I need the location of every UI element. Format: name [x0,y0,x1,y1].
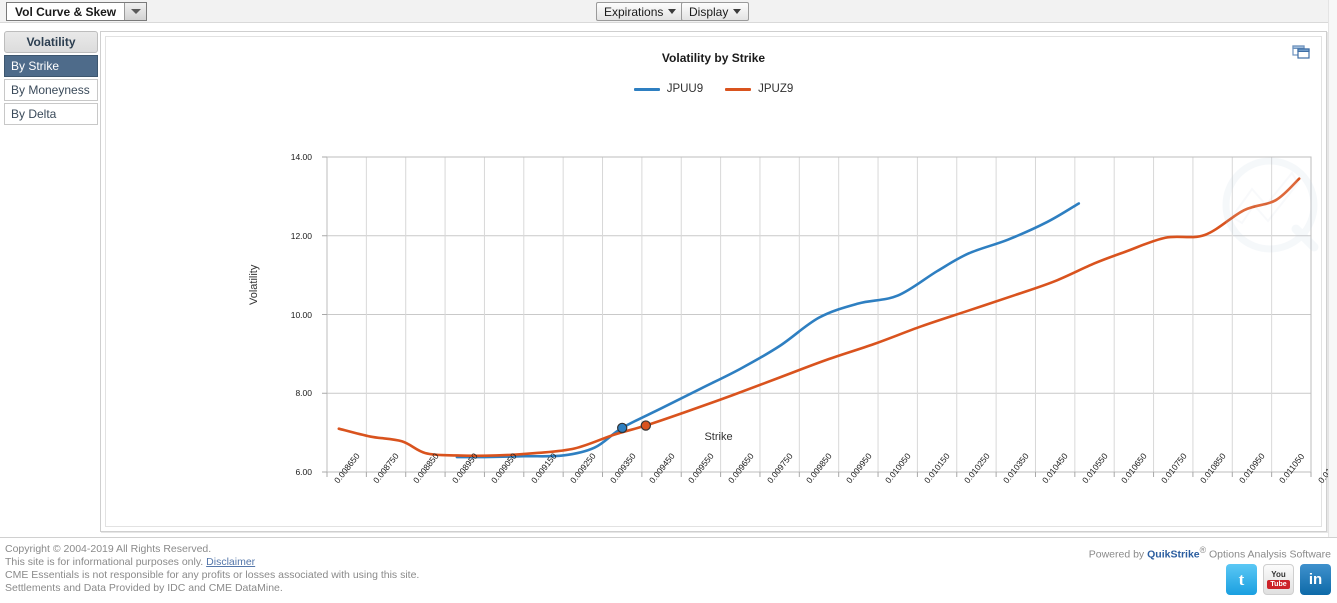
footer-line-settlements: Settlements and Data Provided by IDC and… [5,582,283,594]
y-tick-label: 10.00 [290,309,312,320]
sidebar-item-label: By Strike [11,59,60,73]
sidebar-item-label: By Moneyness [11,83,90,97]
sidebar-item-label: By Delta [11,107,57,121]
top-toolbar: Vol Curve & Skew Expirations Display [0,0,1337,23]
expirations-button[interactable]: Expirations [596,2,685,21]
x-axis-title: Strike [704,431,733,443]
youtube-you: You [1271,569,1286,579]
sidebar-item-by-moneyness[interactable]: By Moneyness [4,79,98,101]
footer-legal: Copyright © 2004-2019 All Rights Reserve… [5,543,419,595]
plot-area: 14.00 12.00 10.00 8.00 6.00 0.008650 0.008750… [106,37,1337,536]
display-button-label: Display [689,4,729,19]
y-tick-label: 12.00 [290,230,312,241]
powered-by: Powered by QuikStrike® Options Analysis … [1089,545,1331,561]
sidebar: Volatility By Strike By Moneyness By Del… [4,31,98,125]
youtube-icon[interactable]: You Tube [1263,564,1294,595]
chevron-down-icon[interactable] [124,3,147,20]
linkedin-glyph: in [1308,571,1323,588]
y-tick-label: 6.00 [295,467,312,477]
powered-prefix: Powered by [1088,548,1148,561]
footer-line-copyright: Copyright © 2004-2019 All Rights Reserve… [5,543,212,555]
sidebar-header: Volatility [4,31,98,53]
footer: Copyright © 2004-2019 All Rights Reserve… [0,537,1337,603]
module-select-label: Vol Curve & Skew [7,3,125,20]
chart-panel: Volatility by Strike JPUU9 JPUZ9 14.00 1… [100,31,1337,532]
linkedin-icon[interactable]: in [1300,564,1331,595]
y-axis-title: Volatility [248,264,260,305]
chart-panel-inner: Volatility by Strike JPUU9 JPUZ9 14.00 1… [105,36,1337,527]
youtube-tube: Tube [1267,579,1290,589]
sidebar-item-by-strike[interactable]: By Strike [4,55,98,77]
app-root: Vol Curve & Skew Expirations Display Vol… [0,0,1337,603]
powered-suffix: Options Analysis Software [1206,548,1331,561]
footer-line-informational: This site is for informational purposes … [5,556,419,569]
footer-line-responsibility: CME Essentials is not responsible for an… [5,569,420,581]
y-axis-ticks: 14.00 12.00 10.00 8.00 6.00 [256,37,312,536]
twitter-icon[interactable]: t [1226,564,1257,595]
social-links: t You Tube in [1226,564,1331,595]
y-tick-label: 14.00 [290,152,312,162]
module-select[interactable]: Vol Curve & Skew [6,2,148,21]
disclaimer-link[interactable]: Disclaimer [206,556,255,568]
footer-informational-text: This site is for informational purposes … [5,556,204,568]
expirations-button-label: Expirations [604,4,664,19]
chevron-down-icon [668,9,677,14]
quikstrike-brand: QuikStrike [1147,548,1200,561]
display-button[interactable]: Display [681,2,750,21]
twitter-glyph: t [1238,569,1245,589]
chevron-down-icon [733,9,742,14]
y-tick-label: 8.00 [295,388,312,399]
sidebar-item-by-delta[interactable]: By Delta [4,103,98,125]
vertical-scrollbar[interactable] [1328,0,1337,537]
